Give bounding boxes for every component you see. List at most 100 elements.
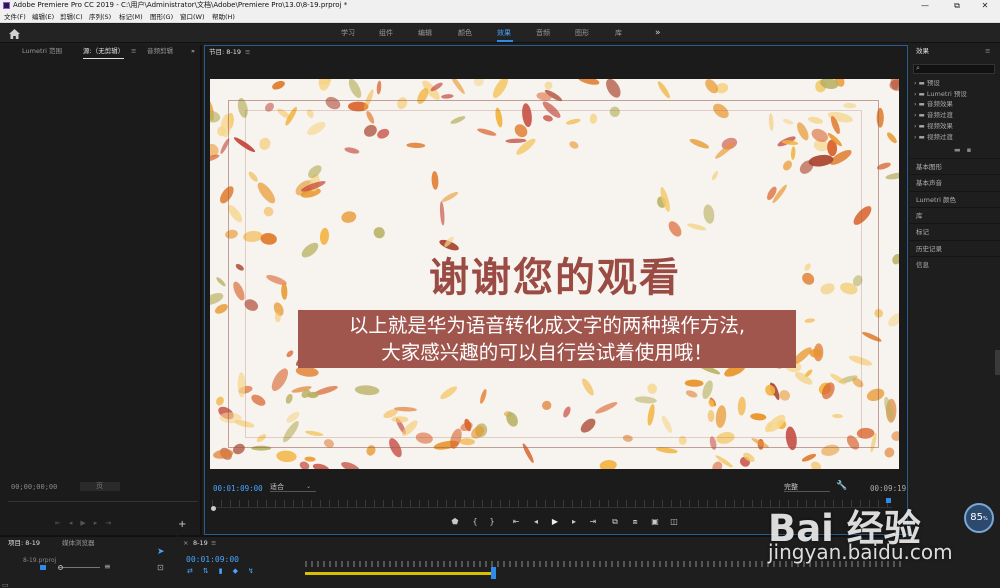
mark-in-icon[interactable]: {	[470, 517, 480, 527]
workspace-learn[interactable]: 学习	[341, 24, 355, 43]
home-icon[interactable]	[9, 29, 20, 39]
comparison-view-icon[interactable]: ◫	[669, 517, 679, 527]
timeline-close-icon[interactable]: ×	[183, 537, 188, 549]
workspace-editing[interactable]: 编辑	[418, 24, 432, 43]
tab-program[interactable]: 节目: 8-19	[209, 46, 241, 59]
effects-tree-item-audio-effects[interactable]: › ▬ 音频效果	[914, 99, 953, 109]
effects-tree-item-presets[interactable]: › ▬ 预设	[914, 78, 940, 88]
tab-lumetri-scopes[interactable]: Lumetri 范围	[22, 45, 62, 58]
track-select-tool-icon[interactable]: ⊡	[157, 563, 164, 572]
zoom-slider-thumb[interactable]	[58, 565, 63, 570]
timeline-toolbar-icons[interactable]: ⇄⇅▮◆↯	[187, 567, 287, 577]
timeline-timecode[interactable]: 00:01:09:00	[186, 555, 239, 564]
workspace-graphics[interactable]: 图形	[575, 24, 589, 43]
program-menu-icon[interactable]: ≡	[245, 46, 250, 59]
step-back-icon[interactable]: ◂	[531, 517, 541, 527]
wrench-icon[interactable]: 🔧	[836, 481, 847, 491]
performance-badge: 85%	[964, 503, 994, 533]
play-icon[interactable]: ▶	[550, 517, 560, 527]
timeline-work-area-bar[interactable]	[305, 572, 495, 575]
effects-tree-item-lumetri-presets[interactable]: › ▬ Lumetri 预设	[914, 89, 967, 99]
title-bar: Adobe Premiere Pro CC 2019 - C:\用户\Admin…	[0, 0, 1000, 11]
playback-resolution-dropdown[interactable]: 完整	[784, 482, 830, 492]
effects-tree-item-video-effects[interactable]: › ▬ 视频效果	[914, 121, 953, 131]
menu-marker[interactable]: 标记(M)	[119, 11, 143, 23]
menu-edit[interactable]: 编辑(E)	[32, 11, 54, 23]
list-view-icon[interactable]	[40, 565, 46, 570]
video-subtitle-box: 以上就是华为语音转化成文字的两种操作方法, 大家感兴趣的可以自行尝试着使用哦！	[298, 310, 796, 368]
section-libraries[interactable]: 库	[910, 207, 1000, 223]
source-panel: Lumetri 范围 源:（无剪辑） ≡ 音频剪辑 » 00;00;00;00 …	[0, 45, 202, 535]
step-forward-icon[interactable]: ▸	[569, 517, 579, 527]
menu-bar: 文件(F) 编辑(E) 剪辑(C) 序列(S) 标记(M) 图形(G) 窗口(W…	[0, 11, 1000, 23]
menu-clip[interactable]: 剪辑(C)	[60, 11, 83, 23]
add-button-icon[interactable]: +	[178, 519, 186, 530]
lift-icon[interactable]: ⧉	[610, 517, 620, 527]
leaf	[544, 81, 553, 90]
effects-search-input[interactable]: ⌕	[913, 64, 995, 74]
effects-scrollbar[interactable]	[995, 350, 1000, 375]
go-to-in-icon[interactable]: ⇤	[511, 517, 521, 527]
effects-toolbar-icons[interactable]: ▬▪	[954, 146, 994, 156]
menu-help[interactable]: 帮助(H)	[212, 11, 235, 23]
source-timecode: 00;00;00;00	[11, 483, 58, 491]
close-button[interactable]: ✕	[970, 0, 1000, 11]
go-to-out-icon[interactable]: ⇥	[588, 517, 598, 527]
zoom-slider[interactable]	[58, 567, 100, 568]
source-scrubber[interactable]	[8, 501, 198, 502]
leaf	[216, 396, 224, 406]
zoom-fit-value: 适合	[270, 483, 284, 491]
mark-out-icon[interactable]: }	[487, 517, 497, 527]
source-menu-icon[interactable]: ≡	[131, 45, 136, 58]
section-markers[interactable]: 标记	[910, 223, 1000, 239]
effects-menu-icon[interactable]: ≡	[985, 45, 990, 58]
timeline-menu-icon[interactable]: ≡	[211, 537, 216, 549]
section-history[interactable]: 历史记录	[910, 240, 1000, 256]
leaf	[887, 132, 897, 144]
source-transport-controls: ⇤◂▶▸⇥	[55, 519, 120, 527]
workspace-libraries[interactable]: 库	[615, 24, 622, 43]
folder-icon[interactable]: ▭	[2, 581, 9, 588]
menu-file[interactable]: 文件(F)	[4, 11, 26, 23]
workspace-audio[interactable]: 音频	[536, 24, 550, 43]
leaf	[441, 94, 454, 99]
minimize-button[interactable]: —	[910, 0, 940, 11]
tab-project[interactable]: 项目: 8-19	[8, 537, 40, 549]
workspace-color[interactable]: 颜色	[458, 24, 472, 43]
effects-tree-item-video-transitions[interactable]: › ▬ 视频过渡	[914, 132, 953, 142]
menu-graphics[interactable]: 图形(G)	[150, 11, 173, 23]
workspace-more-chevron-icon[interactable]: »	[655, 24, 661, 43]
menu-window[interactable]: 窗口(W)	[180, 11, 205, 23]
effects-tree-item-audio-transitions[interactable]: › ▬ 音频过渡	[914, 110, 953, 120]
section-essential-graphics[interactable]: 基本图形	[910, 158, 1000, 174]
maximize-button[interactable]: ⧉	[942, 0, 972, 11]
tab-timeline-sequence[interactable]: 8-19	[193, 537, 208, 549]
tab-effects[interactable]: 效果	[916, 45, 929, 58]
leaf	[376, 80, 382, 95]
leaf	[276, 450, 297, 463]
source-more-chevron-icon[interactable]: »	[191, 45, 195, 58]
leaf	[801, 453, 817, 462]
timeline-playhead[interactable]	[491, 567, 496, 579]
export-frame-camera-icon[interactable]: ▣	[650, 517, 660, 527]
program-playhead[interactable]	[211, 506, 216, 511]
leaf	[657, 81, 670, 99]
menu-sequence[interactable]: 序列(S)	[89, 11, 111, 23]
workspace-assembly[interactable]: 组件	[379, 24, 393, 43]
tab-media-browser[interactable]: 媒体浏览器	[62, 537, 95, 549]
section-info[interactable]: 信息	[910, 256, 1000, 272]
section-lumetri-color[interactable]: Lumetri 颜色	[910, 191, 1000, 207]
leaf	[884, 447, 895, 458]
leaf	[312, 463, 330, 469]
tab-source[interactable]: 源:（无剪辑）	[83, 45, 125, 59]
selection-tool-icon[interactable]: ➤	[157, 547, 165, 557]
leaf	[348, 79, 362, 98]
zoom-fit-dropdown[interactable]: 适合 ⌄	[270, 482, 316, 492]
sort-icon[interactable]: ≡	[104, 562, 111, 571]
section-essential-sound[interactable]: 基本声音	[910, 174, 1000, 190]
tab-audio-clip-mixer[interactable]: 音频剪辑	[147, 45, 173, 58]
program-timecode[interactable]: 00:01:09:00	[213, 484, 263, 493]
extract-icon[interactable]: ⧈	[630, 517, 640, 527]
add-marker-icon[interactable]: ⬟	[450, 517, 460, 527]
leaf	[599, 460, 617, 469]
